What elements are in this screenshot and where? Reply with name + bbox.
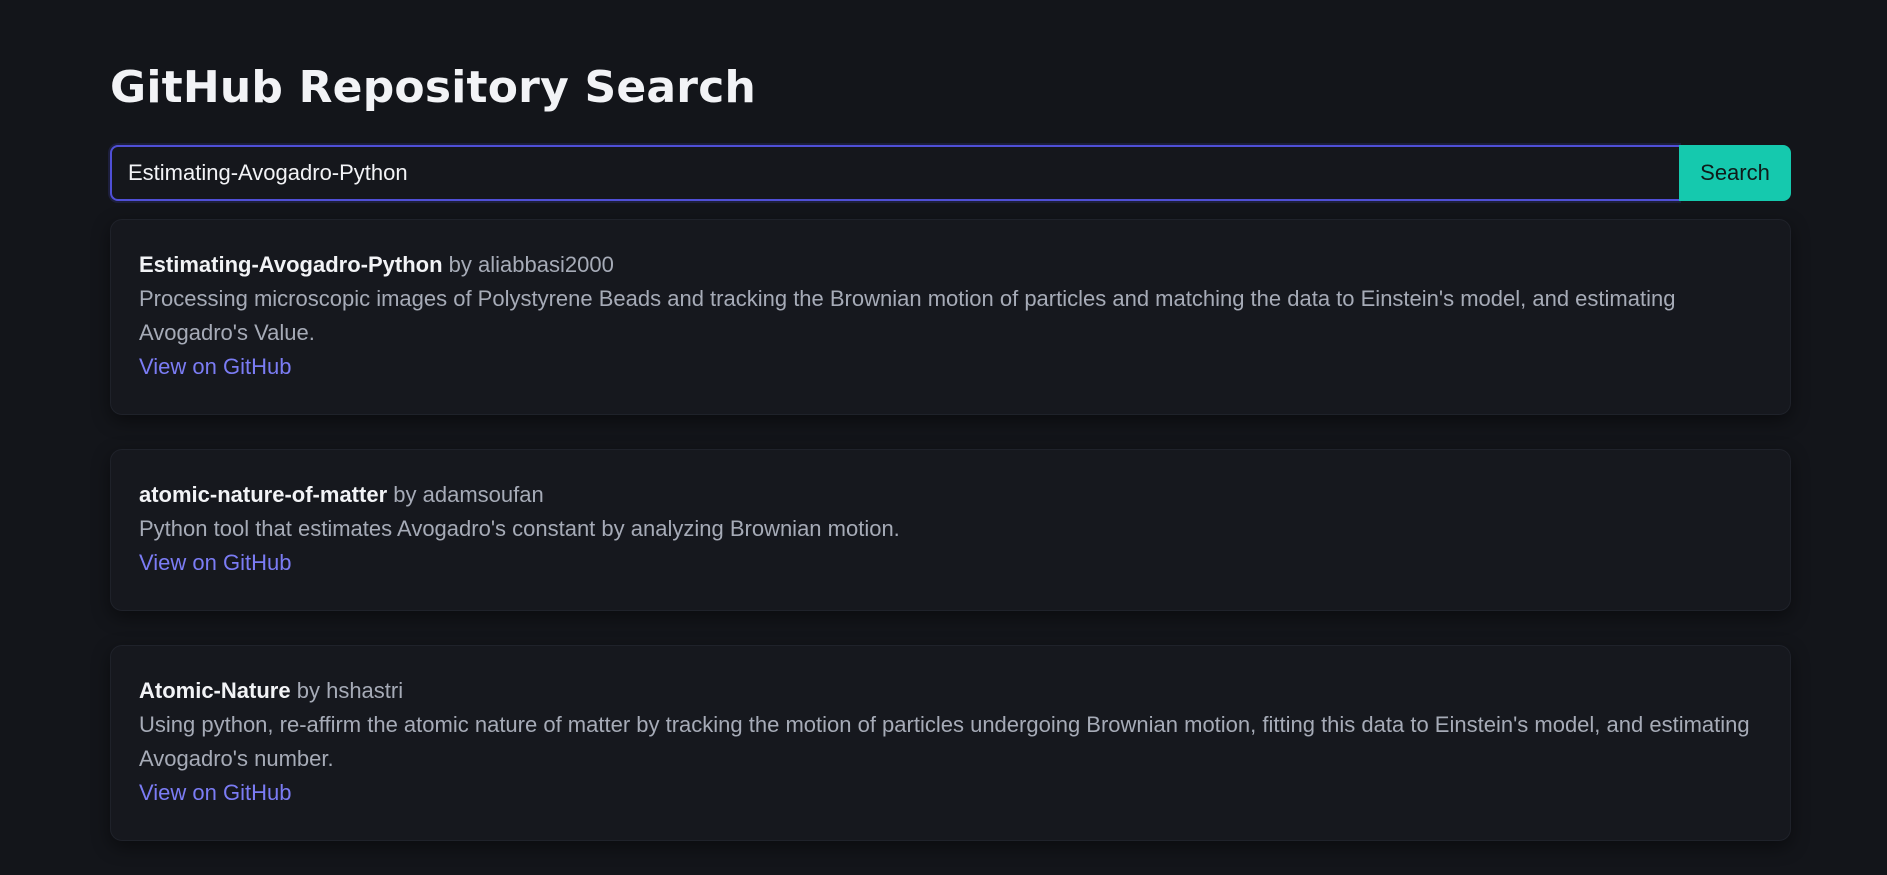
- result-card: Estimating-Avogadro-Python by aliabbasi2…: [110, 219, 1791, 415]
- repo-owner: aliabbasi2000: [478, 252, 614, 277]
- search-input[interactable]: [110, 145, 1679, 201]
- result-header: Estimating-Avogadro-Python by aliabbasi2…: [139, 248, 1762, 282]
- view-on-github-link[interactable]: View on GitHub: [139, 350, 291, 384]
- view-on-github-link[interactable]: View on GitHub: [139, 546, 291, 580]
- results-list: Estimating-Avogadro-Python by aliabbasi2…: [110, 219, 1791, 875]
- result-card: Atomic-Nature by hshastri Using python, …: [110, 645, 1791, 841]
- search-button[interactable]: Search: [1679, 145, 1791, 201]
- by-label: by: [448, 252, 472, 277]
- repo-description: Processing microscopic images of Polysty…: [139, 286, 1676, 345]
- repo-owner: hshastri: [326, 678, 404, 703]
- repo-description: Python tool that estimates Avogadro's co…: [139, 516, 900, 541]
- by-label: by: [296, 678, 320, 703]
- repo-name: Estimating-Avogadro-Python: [139, 252, 443, 277]
- search-bar: Search: [110, 145, 1791, 201]
- result-header: Atomic-Nature by hshastri: [139, 674, 1762, 708]
- result-card: atomic-nature-of-matter by adamsoufan Py…: [110, 449, 1791, 611]
- repo-name: Atomic-Nature: [139, 678, 291, 703]
- repo-owner: adamsoufan: [422, 482, 544, 507]
- repo-description: Using python, re-affirm the atomic natur…: [139, 712, 1750, 771]
- view-on-github-link[interactable]: View on GitHub: [139, 776, 291, 810]
- repo-name: atomic-nature-of-matter: [139, 482, 388, 507]
- page-title: GitHub Repository Search: [110, 62, 757, 113]
- result-header: atomic-nature-of-matter by adamsoufan: [139, 478, 1762, 512]
- by-label: by: [393, 482, 417, 507]
